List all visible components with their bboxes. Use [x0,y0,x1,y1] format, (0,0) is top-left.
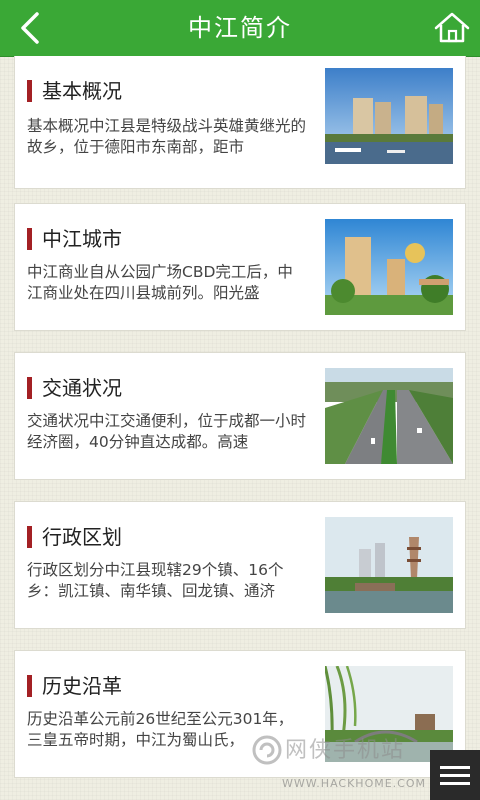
title-accent-bar [27,377,32,399]
list-item-traffic[interactable]: 交通状况 交通状况中江交通便利，位于成都一小时经济圈，40分钟直达成都。高速 [14,352,466,480]
watermark-url: WWW.HACKHOME.COM [281,777,426,790]
menu-icon [440,766,470,769]
item-title: 基本概况 [42,79,122,103]
menu-icon [440,774,470,777]
item-title: 行政区划 [42,525,122,549]
item-description: 中江商业自从公园广场CBD完工后，中江商业处在四川县城前列。阳光盛 [27,263,293,302]
app-header: 中江简介 [0,0,480,57]
home-icon [434,12,470,43]
title-accent-bar [27,228,32,250]
item-thumbnail [325,368,453,464]
title-accent-bar [27,80,32,102]
item-description: 基本概况中江县是特级战斗英雄黄继光的故乡，位于德阳市东南部，距市 [27,117,307,156]
watermark: 网侠手机站 [251,732,426,768]
item-title: 交通状况 [42,376,122,400]
list-item-district[interactable]: 行政区划 行政区划分中江县现辖29个镇、16个乡：凯江镇、南华镇、回龙镇、通济 [14,501,466,629]
item-description: 交通状况中江交通便利，位于成都一小时经济圈，40分钟直达成都。高速 [27,412,307,451]
watermark-logo-icon [252,735,282,765]
item-description: 行政区划分中江县现辖29个镇、16个乡：凯江镇、南华镇、回龙镇、通济 [27,561,284,600]
item-thumbnail [325,68,453,164]
list-item-city[interactable]: 中江城市 中江商业自从公园广场CBD完工后，中江商业处在四川县城前列。阳光盛 [14,203,466,331]
home-button[interactable] [432,8,472,48]
item-title: 中江城市 [42,227,122,251]
menu-icon [440,782,470,785]
item-thumbnail [325,219,453,315]
menu-button[interactable] [430,750,480,800]
item-thumbnail [325,517,453,613]
page-title: 中江简介 [188,14,292,42]
list-item-basic[interactable]: 基本概况 基本概况中江县是特级战斗英雄黄继光的故乡，位于德阳市东南部，距市 [14,56,466,189]
title-accent-bar [27,675,32,697]
intro-list: 基本概况 基本概况中江县是特级战斗英雄黄继光的故乡，位于德阳市东南部，距市 中江… [0,56,480,800]
title-accent-bar [27,526,32,548]
watermark-text: 网侠手机站 [285,738,406,763]
item-title: 历史沿革 [42,674,122,698]
